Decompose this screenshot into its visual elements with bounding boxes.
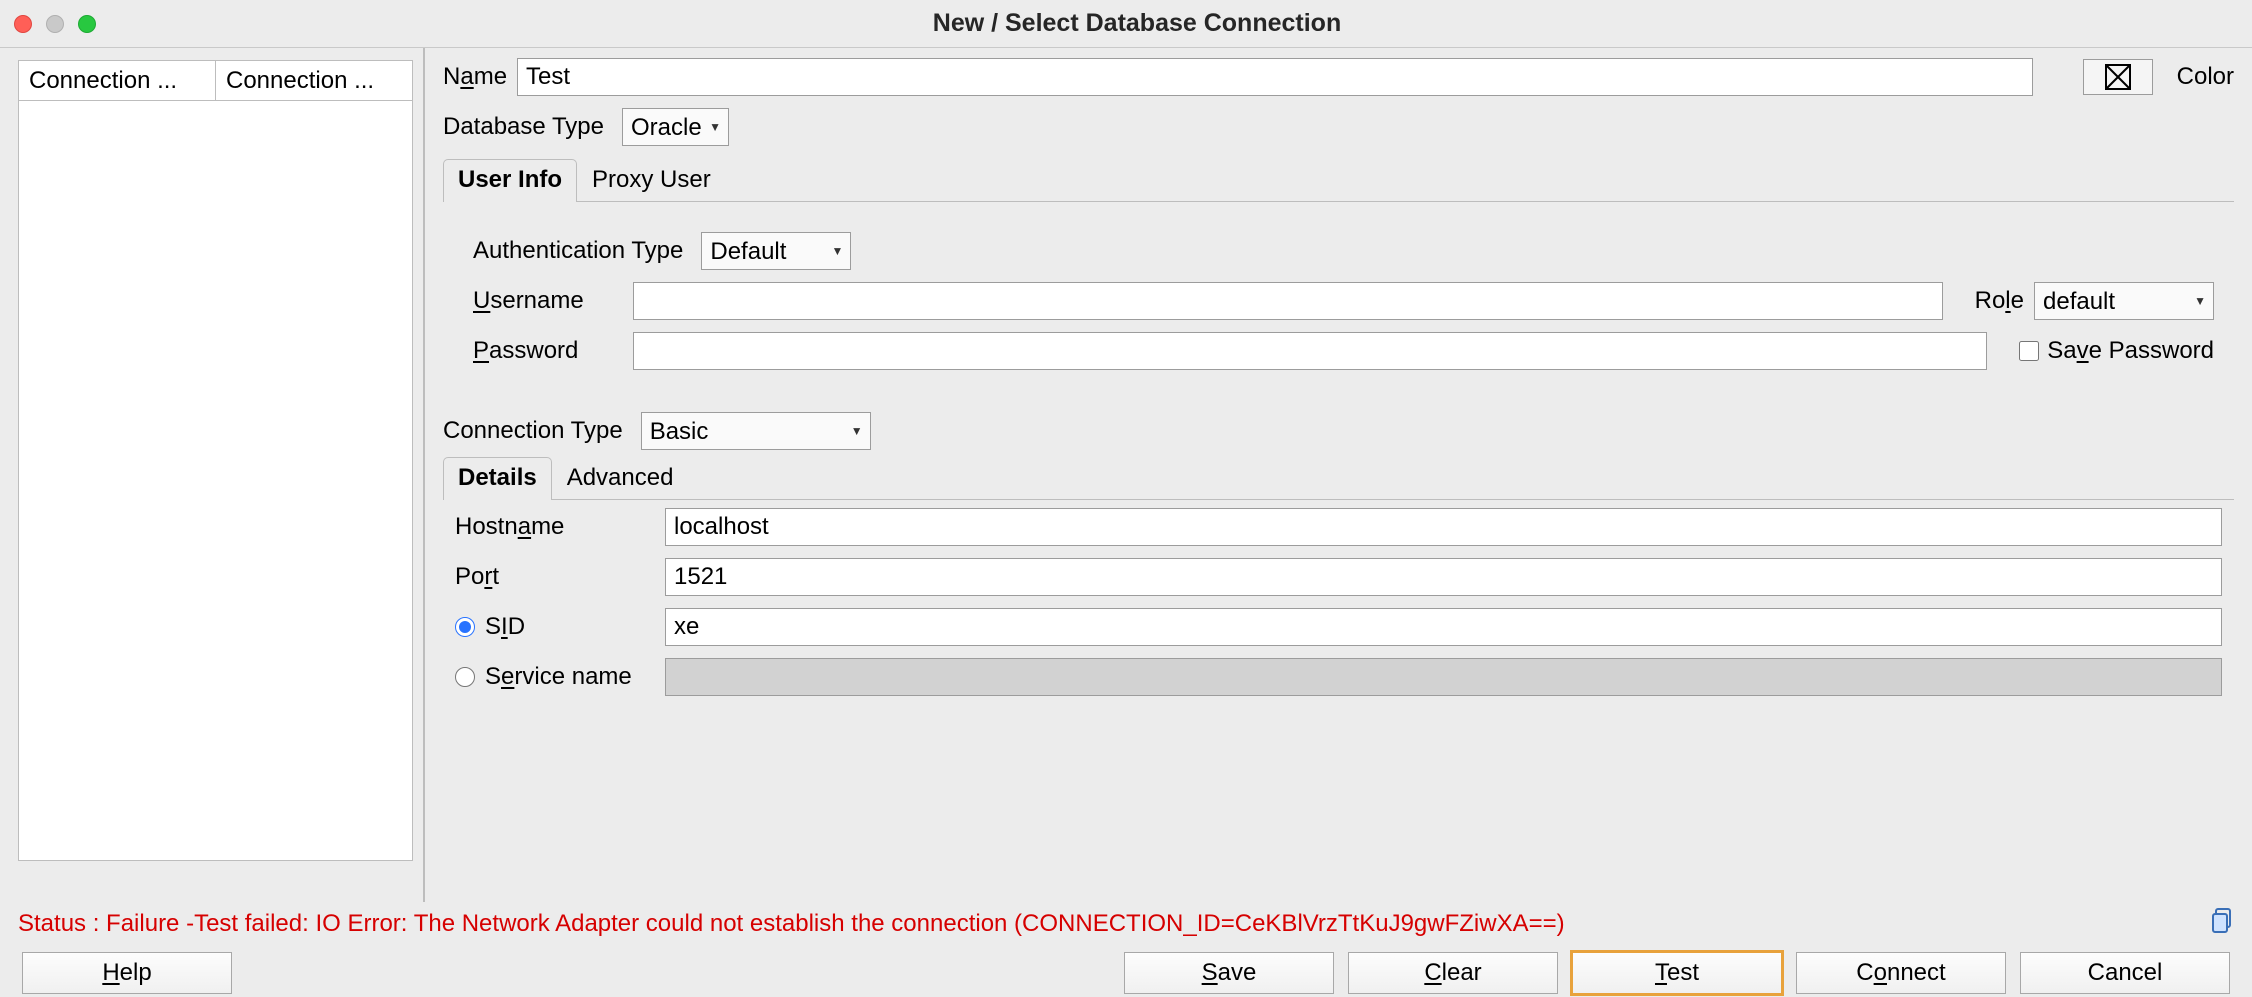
username-label: Username <box>473 287 584 314</box>
status-bar: Status : Failure -Test failed: IO Error:… <box>0 902 2252 942</box>
connections-col-1[interactable]: Connection ... <box>216 61 413 101</box>
copy-status-icon[interactable] <box>2212 908 2234 941</box>
details-tabset: Details Advanced <box>443 456 2234 500</box>
database-type-label: Database Type <box>443 113 604 141</box>
user-info-pane: Authentication Type Default Username Rol… <box>443 202 2234 406</box>
save-password-checkbox[interactable] <box>2019 341 2039 361</box>
tab-details[interactable]: Details <box>443 457 552 500</box>
name-input[interactable] <box>517 58 2033 96</box>
details-pane: Hostname Port SID <box>443 500 2234 718</box>
window-title: New / Select Database Connection <box>36 9 2238 38</box>
cancel-button[interactable]: Cancel <box>2020 952 2230 994</box>
auth-type-label: Authentication Type <box>473 237 683 265</box>
color-swatch-icon <box>2105 64 2131 90</box>
help-button[interactable]: Help <box>22 952 232 994</box>
connections-table: Connection ... Connection ... <box>18 60 413 101</box>
connections-col-0[interactable]: Connection ... <box>19 61 216 101</box>
connection-type-select[interactable]: Basic <box>641 412 871 450</box>
hostname-label: Hostname <box>455 513 564 541</box>
save-password-label[interactable]: Save Password <box>2019 337 2214 365</box>
database-type-row: Database Type Oracle <box>443 108 2234 146</box>
titlebar: New / Select Database Connection <box>0 0 2252 48</box>
name-row: Name Color <box>443 58 2234 96</box>
database-type-select[interactable]: Oracle <box>622 108 729 146</box>
service-name-input <box>665 658 2222 696</box>
service-name-row: Service name <box>455 658 2222 696</box>
dialog-footer: Help Save Clear Test Connect Cancel <box>0 942 2252 997</box>
tab-advanced[interactable]: Advanced <box>552 457 689 500</box>
clear-button[interactable]: Clear <box>1348 952 1558 994</box>
auth-tabset: User Info Proxy User <box>443 158 2234 202</box>
connect-button[interactable]: Connect <box>1796 952 2006 994</box>
connections-table-body[interactable] <box>18 101 413 861</box>
auth-type-row: Authentication Type Default <box>473 232 2214 270</box>
sid-input[interactable] <box>665 608 2222 646</box>
hostname-row: Hostname <box>455 508 2222 546</box>
password-input[interactable] <box>633 332 1987 370</box>
tab-user-info[interactable]: User Info <box>443 159 577 202</box>
color-picker-button[interactable] <box>2083 59 2153 95</box>
connection-form: Name Color Database Type Oracle <box>425 48 2252 902</box>
test-button[interactable]: Test <box>1572 952 1782 994</box>
role-select[interactable]: default <box>2034 282 2214 320</box>
username-row: Username Role default <box>473 282 2214 320</box>
sid-radio[interactable] <box>455 617 475 637</box>
port-input[interactable] <box>665 558 2222 596</box>
password-label: Password <box>473 337 578 364</box>
tab-proxy-user[interactable]: Proxy User <box>577 159 726 202</box>
connections-sidebar: Connection ... Connection ... <box>0 48 425 902</box>
role-label: Role <box>1975 287 2024 315</box>
status-text: Status : Failure -Test failed: IO Error:… <box>18 910 1565 938</box>
connection-type-row: Connection Type Basic <box>443 412 2234 450</box>
name-label: Name <box>443 63 507 91</box>
sid-label: SID <box>485 613 525 641</box>
color-label: Color <box>2177 63 2234 91</box>
port-label: Port <box>455 563 499 591</box>
dialog-body: Connection ... Connection ... Name Color <box>0 48 2252 902</box>
port-row: Port <box>455 558 2222 596</box>
sid-row: SID <box>455 608 2222 646</box>
hostname-input[interactable] <box>665 508 2222 546</box>
service-name-radio[interactable] <box>455 667 475 687</box>
save-button[interactable]: Save <box>1124 952 1334 994</box>
username-input[interactable] <box>633 282 1943 320</box>
service-name-label: Service name <box>485 663 632 691</box>
auth-type-select[interactable]: Default <box>701 232 851 270</box>
window-close-icon[interactable] <box>14 15 32 33</box>
password-row: Password Save Password <box>473 332 2214 370</box>
connection-type-label: Connection Type <box>443 417 623 445</box>
